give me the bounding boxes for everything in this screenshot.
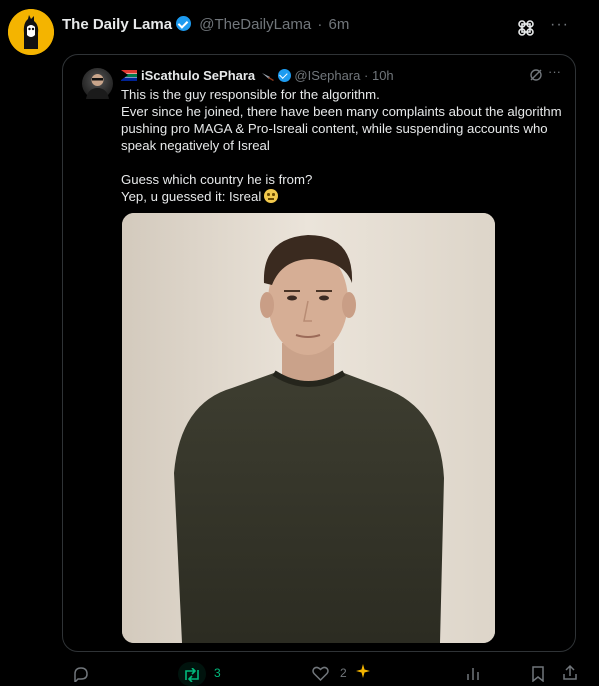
author-name[interactable]: The Daily Lama <box>62 16 172 33</box>
quote-author-handle[interactable]: @ISephara <box>294 68 360 83</box>
post-header: The Daily Lama @TheDailyLama · 6m <box>62 16 349 33</box>
repost-count: 3 <box>214 666 221 680</box>
avatar[interactable] <box>8 9 54 55</box>
quote-author-name[interactable]: iScathulo SePhara <box>141 68 255 83</box>
share-icon[interactable] <box>562 664 578 680</box>
sparkle-icon <box>356 664 370 678</box>
llama-logo-icon <box>8 9 54 55</box>
quote-line: Yep, u guessed it: Isreal <box>121 189 262 204</box>
quote-text: This is the guy responsible for the algo… <box>121 86 566 205</box>
views-icon[interactable] <box>466 666 480 680</box>
verified-badge-icon <box>277 69 291 82</box>
repost-icon[interactable] <box>178 662 206 686</box>
verified-badge-icon <box>176 16 192 31</box>
quote-line: Guess which country he is from? <box>121 172 313 187</box>
quote-header: iScathulo SePhara @ISephara · 10h <box>121 68 394 83</box>
post-photo[interactable] <box>122 213 495 643</box>
quote-time[interactable]: 10h <box>372 68 394 83</box>
post-time[interactable]: 6m <box>329 16 350 33</box>
person-avatar-icon <box>86 74 109 99</box>
more-icon[interactable]: ··· <box>548 64 561 79</box>
south-africa-flag-icon <box>121 70 137 81</box>
knife-icon <box>261 73 274 81</box>
man-in-sweater-photo <box>122 213 495 643</box>
grok-icon[interactable] <box>517 19 535 37</box>
more-icon[interactable]: ··· <box>550 16 569 34</box>
quote-line: pushing pro MAGA & Pro-Isreali content, … <box>121 121 548 136</box>
quote-avatar[interactable] <box>82 68 113 99</box>
like-count: 2 <box>340 666 347 680</box>
reply-icon[interactable] <box>72 666 90 682</box>
grok-icon[interactable] <box>529 68 543 82</box>
separator: · <box>317 16 323 33</box>
quote-line: This is the guy responsible for the algo… <box>121 87 380 102</box>
author-handle[interactable]: @TheDailyLama <box>199 16 311 33</box>
quote-line: Ever since he joined, there have been ma… <box>121 104 562 119</box>
separator: · <box>364 68 369 83</box>
rolling-eyes-emoji-icon <box>264 189 279 203</box>
quote-line: speak negatively of Isreal <box>121 138 270 153</box>
bookmark-icon[interactable] <box>531 666 545 682</box>
